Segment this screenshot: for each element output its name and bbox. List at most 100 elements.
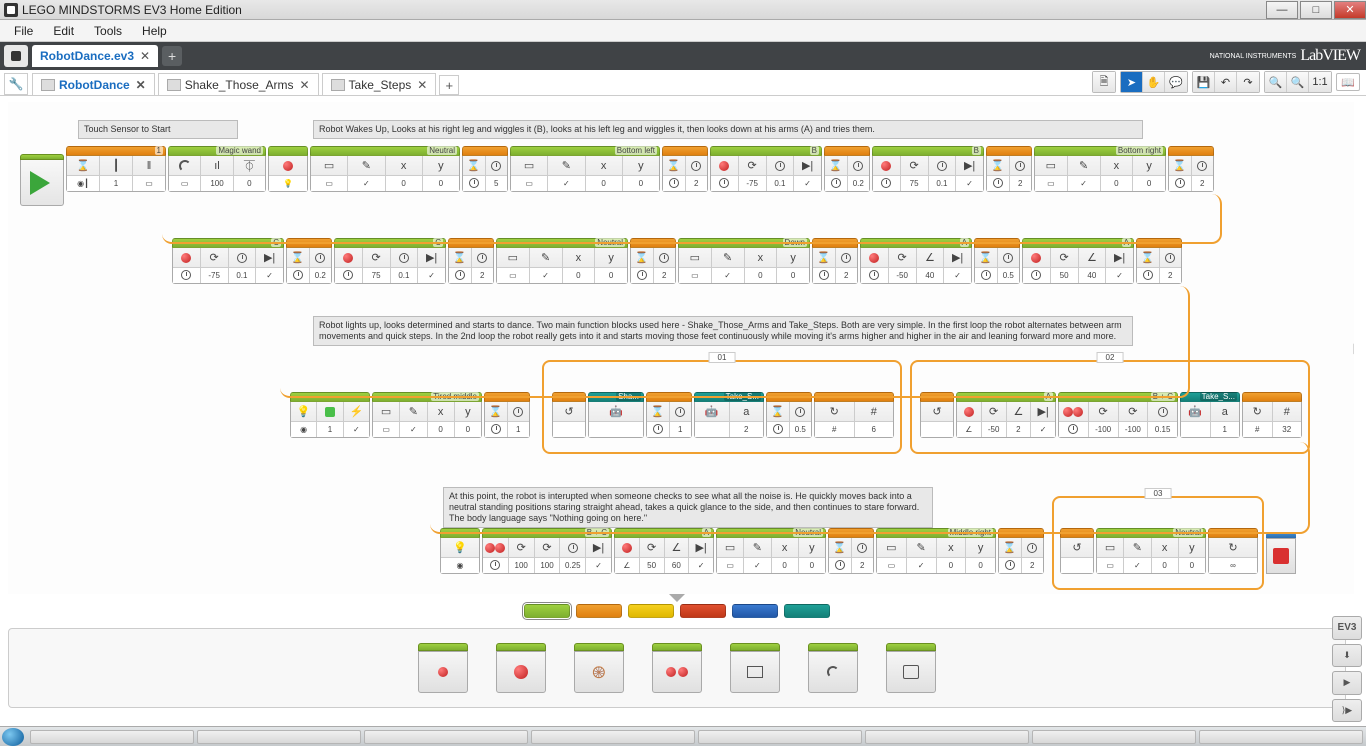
palette-block-sound[interactable] bbox=[808, 643, 858, 693]
wait-time-block[interactable]: ⌛2 bbox=[812, 238, 858, 284]
taskbar-item[interactable] bbox=[698, 730, 862, 744]
program-tab-takesteps[interactable]: Take_Steps ✕ bbox=[322, 73, 437, 95]
taskbar-item[interactable] bbox=[531, 730, 695, 744]
myblock-shake[interactable]: Sha...🤖 bbox=[588, 392, 644, 438]
loop-start[interactable]: ↺ bbox=[552, 392, 586, 438]
menu-edit[interactable]: Edit bbox=[43, 24, 84, 38]
hw-run-button[interactable]: ▶ bbox=[1332, 671, 1362, 695]
content-editor-button[interactable]: 📖 bbox=[1336, 73, 1360, 91]
zoom-in-button[interactable]: 🔍 bbox=[1287, 72, 1309, 92]
add-project-button[interactable]: + bbox=[162, 46, 182, 66]
start-block[interactable] bbox=[20, 154, 64, 206]
stop-block[interactable] bbox=[1266, 532, 1296, 574]
maximize-button[interactable]: □ bbox=[1300, 1, 1332, 19]
display-block[interactable]: Bottom left ▭▭ ✎✓ x0 y0 bbox=[510, 146, 660, 192]
taskbar-item[interactable] bbox=[30, 730, 194, 744]
palette-block-brick-status-light[interactable] bbox=[886, 643, 936, 693]
display-block[interactable]: Neutral▭▭✎✓x0y0 bbox=[496, 238, 628, 284]
palette-block-move-tank[interactable] bbox=[652, 643, 702, 693]
wait-time-block[interactable]: ⌛2 bbox=[448, 238, 494, 284]
redo-button[interactable]: ↷ bbox=[1237, 72, 1259, 92]
palette-collapse-icon[interactable] bbox=[669, 594, 685, 602]
start-button[interactable] bbox=[2, 728, 24, 746]
palette-category-flow[interactable] bbox=[576, 604, 622, 618]
scroll-right-icon[interactable]: ▶ bbox=[1353, 340, 1354, 357]
display-block[interactable]: Neutral▭▭✎✓x0y0 bbox=[716, 528, 826, 574]
loop-start[interactable]: ↺ bbox=[1060, 528, 1094, 574]
wait-touch-block[interactable]: 1 ⌛◉┃ ┃1 ‖▭ bbox=[66, 146, 166, 192]
motor-block[interactable]: A∠⟳-50∠2▶|✓ bbox=[956, 392, 1056, 438]
wait-time-block[interactable]: ⌛1 bbox=[646, 392, 692, 438]
taskbar-item[interactable] bbox=[1032, 730, 1196, 744]
wait-time-block[interactable]: ⌛2 bbox=[998, 528, 1044, 574]
myblock-takesteps[interactable]: Take_S...🤖a1 bbox=[1180, 392, 1240, 438]
wait-time-block[interactable]: ⌛2 bbox=[1136, 238, 1182, 284]
close-icon[interactable]: ✕ bbox=[299, 78, 309, 92]
wait-time-block[interactable]: ⌛1 bbox=[484, 392, 530, 438]
hw-brick-button[interactable]: EV3 bbox=[1332, 616, 1362, 640]
program-canvas[interactable]: ▶ Touch Sensor to Start Robot Wakes Up, … bbox=[8, 102, 1354, 594]
display-block[interactable]: Neutral▭▭✎✓x0y0 bbox=[1096, 528, 1206, 574]
taskbar-item[interactable] bbox=[1199, 730, 1363, 744]
pointer-tool[interactable]: ➤ bbox=[1121, 72, 1143, 92]
wait-time-block[interactable]: ⌛2 bbox=[662, 146, 708, 192]
tank-motor-block[interactable]: B + C⟳-100⟳-1000.15 bbox=[1058, 392, 1178, 438]
palette-block-large-motor[interactable] bbox=[496, 643, 546, 693]
loop-end[interactable]: ↻∞ bbox=[1208, 528, 1258, 574]
brick-light-block[interactable]: 💡◉ bbox=[440, 528, 480, 574]
save-button[interactable]: 💾 bbox=[1193, 72, 1215, 92]
wait-time-block[interactable]: ⌛0.5 bbox=[974, 238, 1020, 284]
palette-category-myblocks[interactable] bbox=[784, 604, 830, 618]
display-block[interactable]: Neutral ▭▭ ✎✓ x0 y0 bbox=[310, 146, 460, 192]
taskbar-item[interactable] bbox=[865, 730, 1029, 744]
program-tab-shake[interactable]: Shake_Those_Arms ✕ bbox=[158, 73, 319, 95]
minimize-button[interactable]: — bbox=[1266, 1, 1298, 19]
close-button[interactable]: ✕ bbox=[1334, 1, 1366, 19]
display-block[interactable]: Bottom right ▭▭ ✎✓ x0 y0 bbox=[1034, 146, 1166, 192]
palette-block-display[interactable] bbox=[730, 643, 780, 693]
wait-time-block[interactable]: ⌛0.2 bbox=[286, 238, 332, 284]
motor-block[interactable]: A⟳50∠40▶|✓ bbox=[1022, 238, 1134, 284]
palette-category-action[interactable] bbox=[524, 604, 570, 618]
pan-tool[interactable]: ✋ bbox=[1143, 72, 1165, 92]
tank-motor-block[interactable]: B + C⟳100⟳1000.25▶|✓ bbox=[482, 528, 612, 574]
loop-start[interactable]: ↺ bbox=[920, 392, 954, 438]
lobby-button[interactable] bbox=[4, 45, 28, 67]
loop-end[interactable]: ↻##32 bbox=[1242, 392, 1302, 438]
brick-light-block[interactable]: 💡◉1⚡✓ bbox=[290, 392, 370, 438]
palette-category-data[interactable] bbox=[680, 604, 726, 618]
menu-help[interactable]: Help bbox=[132, 24, 177, 38]
palette-category-advanced[interactable] bbox=[732, 604, 778, 618]
close-icon[interactable]: ✕ bbox=[140, 49, 150, 63]
comment-box[interactable]: Touch Sensor to Start bbox=[78, 120, 238, 139]
project-settings-button[interactable]: 🔧 bbox=[4, 73, 28, 95]
motor-block[interactable]: A∠⟳50∠60▶|✓ bbox=[614, 528, 714, 574]
document-button[interactable]: 🗎 bbox=[1093, 72, 1115, 92]
zoom-out-button[interactable]: 🔍 bbox=[1265, 72, 1287, 92]
wait-time-block[interactable]: ⌛2 bbox=[828, 528, 874, 574]
display-block[interactable]: Tired middle▭▭✎✓x0y0 bbox=[372, 392, 482, 438]
hw-download-button[interactable]: ⬇ bbox=[1332, 644, 1362, 668]
zoom-reset-button[interactable]: 1:1 bbox=[1309, 72, 1331, 92]
loop-end[interactable]: ↻##6 bbox=[814, 392, 894, 438]
project-tab[interactable]: RobotDance.ev3 ✕ bbox=[32, 45, 158, 67]
taskbar-item[interactable] bbox=[197, 730, 361, 744]
wait-time-block[interactable]: ⌛2 bbox=[630, 238, 676, 284]
motor-block[interactable]: C ⟳750.1▶|✓ bbox=[334, 238, 446, 284]
wait-time-block[interactable]: ⌛5 bbox=[462, 146, 508, 192]
wait-time-block[interactable]: ⌛0.5 bbox=[766, 392, 812, 438]
taskbar-item[interactable] bbox=[364, 730, 528, 744]
wait-time-block[interactable]: ⌛0.2 bbox=[824, 146, 870, 192]
wait-time-block[interactable]: ⌛2 bbox=[1168, 146, 1214, 192]
wait-time-block[interactable]: ⌛2 bbox=[986, 146, 1032, 192]
motor-block[interactable]: C ⟳-750.1▶|✓ bbox=[172, 238, 284, 284]
comment-tool[interactable]: 💬 bbox=[1165, 72, 1187, 92]
undo-button[interactable]: ↶ bbox=[1215, 72, 1237, 92]
motor-block[interactable]: A⟳-50∠40▶|✓ bbox=[860, 238, 972, 284]
palette-category-sensor[interactable] bbox=[628, 604, 674, 618]
close-icon[interactable]: ✕ bbox=[417, 78, 427, 92]
palette-block-move-steering[interactable]: 🛞 bbox=[574, 643, 624, 693]
motor-block[interactable]: B ⟳-75 0.1 ▶|✓ bbox=[710, 146, 822, 192]
display-block[interactable]: Middle right▭▭✎✓x0y0 bbox=[876, 528, 996, 574]
sound-block[interactable]: Magic wand ▭ ıl100 ⏁0 bbox=[168, 146, 266, 192]
